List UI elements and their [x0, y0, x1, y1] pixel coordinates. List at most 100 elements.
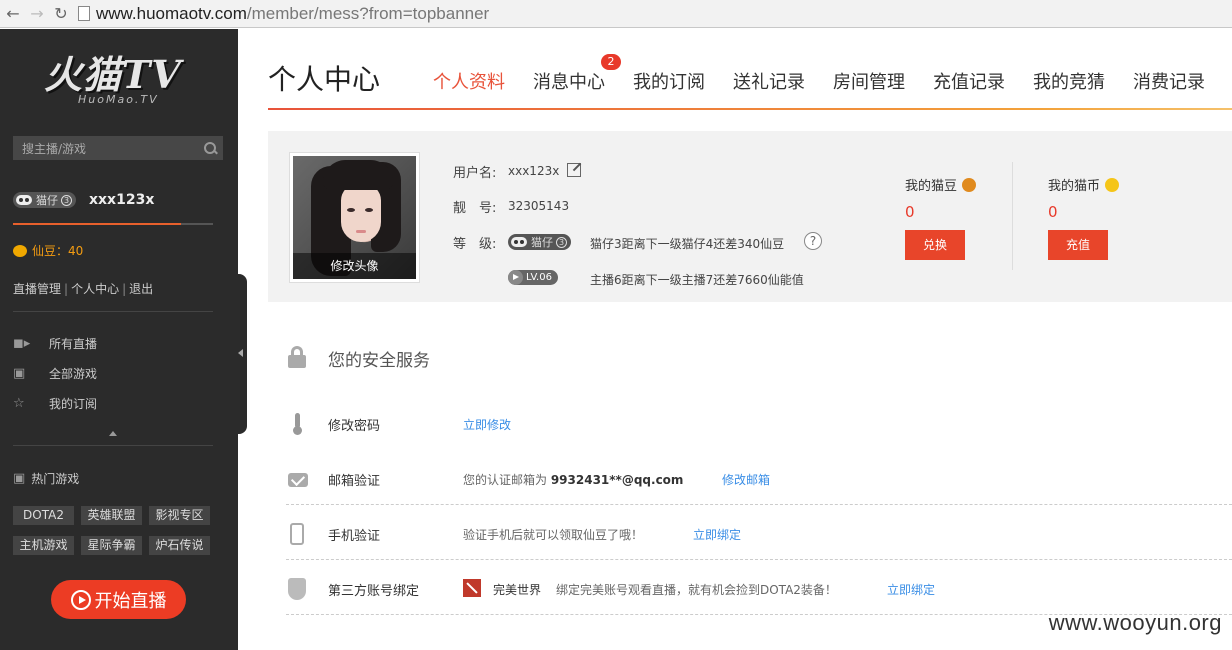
play-icon — [70, 589, 91, 610]
third-party-description: 绑定完美账号观看直播，就有机会捡到DOTA2装备！ — [556, 583, 837, 597]
gamepad-icon: ▣ — [13, 471, 26, 486]
security-row-password: 修改密码 立即修改 — [286, 395, 1232, 450]
badge-level: 3 — [61, 194, 72, 206]
game-tag-lol[interactable]: 英雄联盟 — [81, 506, 142, 525]
bean-wallet-value: 0 — [905, 203, 915, 221]
game-tag-starcraft[interactable]: 星际争霸 — [81, 536, 142, 555]
tab-spending-records[interactable]: 消费记录 — [1133, 68, 1205, 94]
help-icon[interactable]: ? — [804, 232, 822, 250]
change-email-link[interactable]: 修改邮箱 — [722, 471, 770, 488]
badge-level: 3 — [556, 236, 567, 248]
coin-icon — [1105, 177, 1120, 192]
address-bar[interactable]: www.huomaotv.com/member/mess?from=topban… — [96, 4, 489, 24]
id-label: 靓 号: — [453, 201, 497, 216]
dota-logo-icon — [463, 579, 481, 597]
tab-recharge-records[interactable]: 充值记录 — [933, 68, 1005, 94]
coin-wallet-value: 0 — [1048, 203, 1058, 221]
tab-my-bets[interactable]: 我的竞猜 — [1033, 68, 1105, 94]
game-tag-console[interactable]: 主机游戏 — [13, 536, 74, 555]
shield-icon — [286, 578, 308, 600]
avatar[interactable]: 修改头像 — [289, 152, 420, 283]
sidebar-divider — [13, 311, 213, 312]
fan-level-badge: 猫仔 3 — [13, 192, 76, 208]
sidebar-divider — [13, 445, 213, 446]
hot-games-title: 热门游戏 — [31, 472, 80, 486]
security-row-name: 邮箱验证 — [328, 474, 381, 489]
bind-phone-link[interactable]: 立即绑定 — [693, 526, 741, 543]
search-input[interactable]: 搜主播/游戏 — [22, 140, 197, 157]
sidebar-item-all-games[interactable]: ▣ 全部游戏 — [13, 365, 97, 382]
play-icon — [508, 270, 523, 285]
security-row-email: 邮箱验证 您的认证邮箱为 9932431**@qq.com 修改邮箱 — [286, 450, 1232, 505]
live-manage-link[interactable]: 直播管理 — [13, 282, 61, 296]
badge-label: 猫仔 — [531, 236, 553, 249]
recharge-button[interactable]: 充值 — [1048, 230, 1108, 260]
coin-wallet-label: 我的猫币 — [1048, 175, 1120, 194]
level-label: 等 级: — [453, 237, 497, 252]
username[interactable]: xxx123x — [89, 192, 154, 208]
bind-third-party-link[interactable]: 立即绑定 — [887, 581, 935, 598]
bean-icon — [13, 244, 27, 257]
sidebar-toggle[interactable] — [236, 274, 247, 434]
collapse-arrow-icon[interactable] — [109, 431, 117, 436]
logout-link[interactable]: 退出 — [129, 282, 153, 296]
user-center-link[interactable]: 个人中心 — [71, 282, 119, 296]
profile-panel: 修改头像 用户名: xxx123x 靓 号: 32305143 等 级: 猫仔 … — [268, 131, 1232, 302]
logo-text: 火猫TV — [44, 52, 182, 97]
forward-icon[interactable]: → — [26, 3, 48, 25]
sidebar-item-label: 我的订阅 — [49, 397, 98, 411]
site-logo[interactable]: 火猫TV HuoMao.TV — [44, 53, 194, 113]
edit-icon[interactable] — [567, 163, 581, 177]
fan-level-badge: 猫仔 3 — [508, 234, 571, 250]
security-title: 您的安全服务 — [328, 351, 430, 371]
game-tag-film[interactable]: 影视专区 — [149, 506, 210, 525]
partner-name: 完美世界 — [493, 583, 542, 597]
watermark: www.wooyun.org — [1048, 610, 1222, 635]
tab-profile[interactable]: 个人资料 — [433, 68, 505, 94]
anchor-level-description: 主播6距离下一级主播7还差7660仙能值 — [590, 273, 804, 287]
sidebar-item-label: 所有直播 — [49, 337, 98, 351]
url-host: www.huomaotv.com — [96, 3, 247, 23]
start-live-label: 开始直播 — [94, 590, 167, 612]
header-underline — [268, 108, 1232, 110]
profile-tabs: 个人资料 消息中心 2 我的订阅 送礼记录 房间管理 充值记录 我的竞猜 消费记录 — [433, 54, 1205, 94]
exchange-button[interactable]: 兑换 — [905, 230, 965, 260]
star-icon: ☆ — [13, 396, 25, 411]
sidebar-item-subscriptions[interactable]: ☆ 我的订阅 — [13, 395, 97, 412]
cat-eyes-icon — [16, 195, 32, 205]
search-icon[interactable] — [197, 136, 223, 160]
anchor-level-label: LV.06 — [526, 272, 552, 283]
reload-icon[interactable]: ↻ — [50, 3, 72, 25]
anchor-level-badge: LV.06 — [508, 270, 558, 285]
phone-icon — [286, 523, 308, 545]
start-live-button[interactable]: 开始直播 — [51, 580, 186, 619]
tab-label: 消息中心 — [533, 72, 605, 93]
id-value: 32305143 — [508, 199, 570, 213]
email-desc-text: 您的认证邮箱为 — [463, 473, 551, 487]
email-description: 您的认证邮箱为 9932431**@qq.com — [463, 471, 683, 488]
tab-room-manage[interactable]: 房间管理 — [833, 68, 905, 94]
bean-wallet-title: 我的猫豆 — [905, 179, 958, 194]
tab-messages[interactable]: 消息中心 2 — [533, 54, 621, 94]
game-tag-dota2[interactable]: DOTA2 — [13, 506, 74, 525]
tab-gift-records[interactable]: 送礼记录 — [733, 68, 805, 94]
wallet-divider — [1012, 162, 1013, 270]
tab-subscriptions[interactable]: 我的订阅 — [633, 68, 705, 94]
bean-balance: 仙豆：40 — [13, 242, 83, 259]
video-camera-icon: ◼▸ — [13, 336, 31, 351]
change-password-link[interactable]: 立即修改 — [463, 416, 511, 433]
lock-icon — [288, 346, 306, 368]
sidebar: 火猫TV HuoMao.TV 搜主播/游戏 猫仔 3 xxx123x 仙豆：40… — [0, 29, 238, 650]
bean-wallet-label: 我的猫豆 — [905, 175, 977, 194]
page-title: 个人中心 — [268, 63, 381, 96]
sidebar-item-all-live[interactable]: ◼▸ 所有直播 — [13, 335, 97, 352]
search-box[interactable]: 搜主播/游戏 — [13, 136, 223, 160]
game-tag-hearthstone[interactable]: 炉石传说 — [149, 536, 210, 555]
coin-wallet-title: 我的猫币 — [1048, 179, 1101, 194]
level-progress-bar — [13, 223, 181, 225]
change-avatar-button[interactable]: 修改头像 — [293, 253, 416, 279]
security-row-phone: 手机验证 验证手机后就可以领取仙豆了哦！ 立即绑定 — [286, 505, 1232, 560]
security-row-name: 第三方账号绑定 — [328, 584, 420, 599]
bean-icon — [962, 177, 977, 192]
back-icon[interactable]: ← — [2, 3, 24, 25]
